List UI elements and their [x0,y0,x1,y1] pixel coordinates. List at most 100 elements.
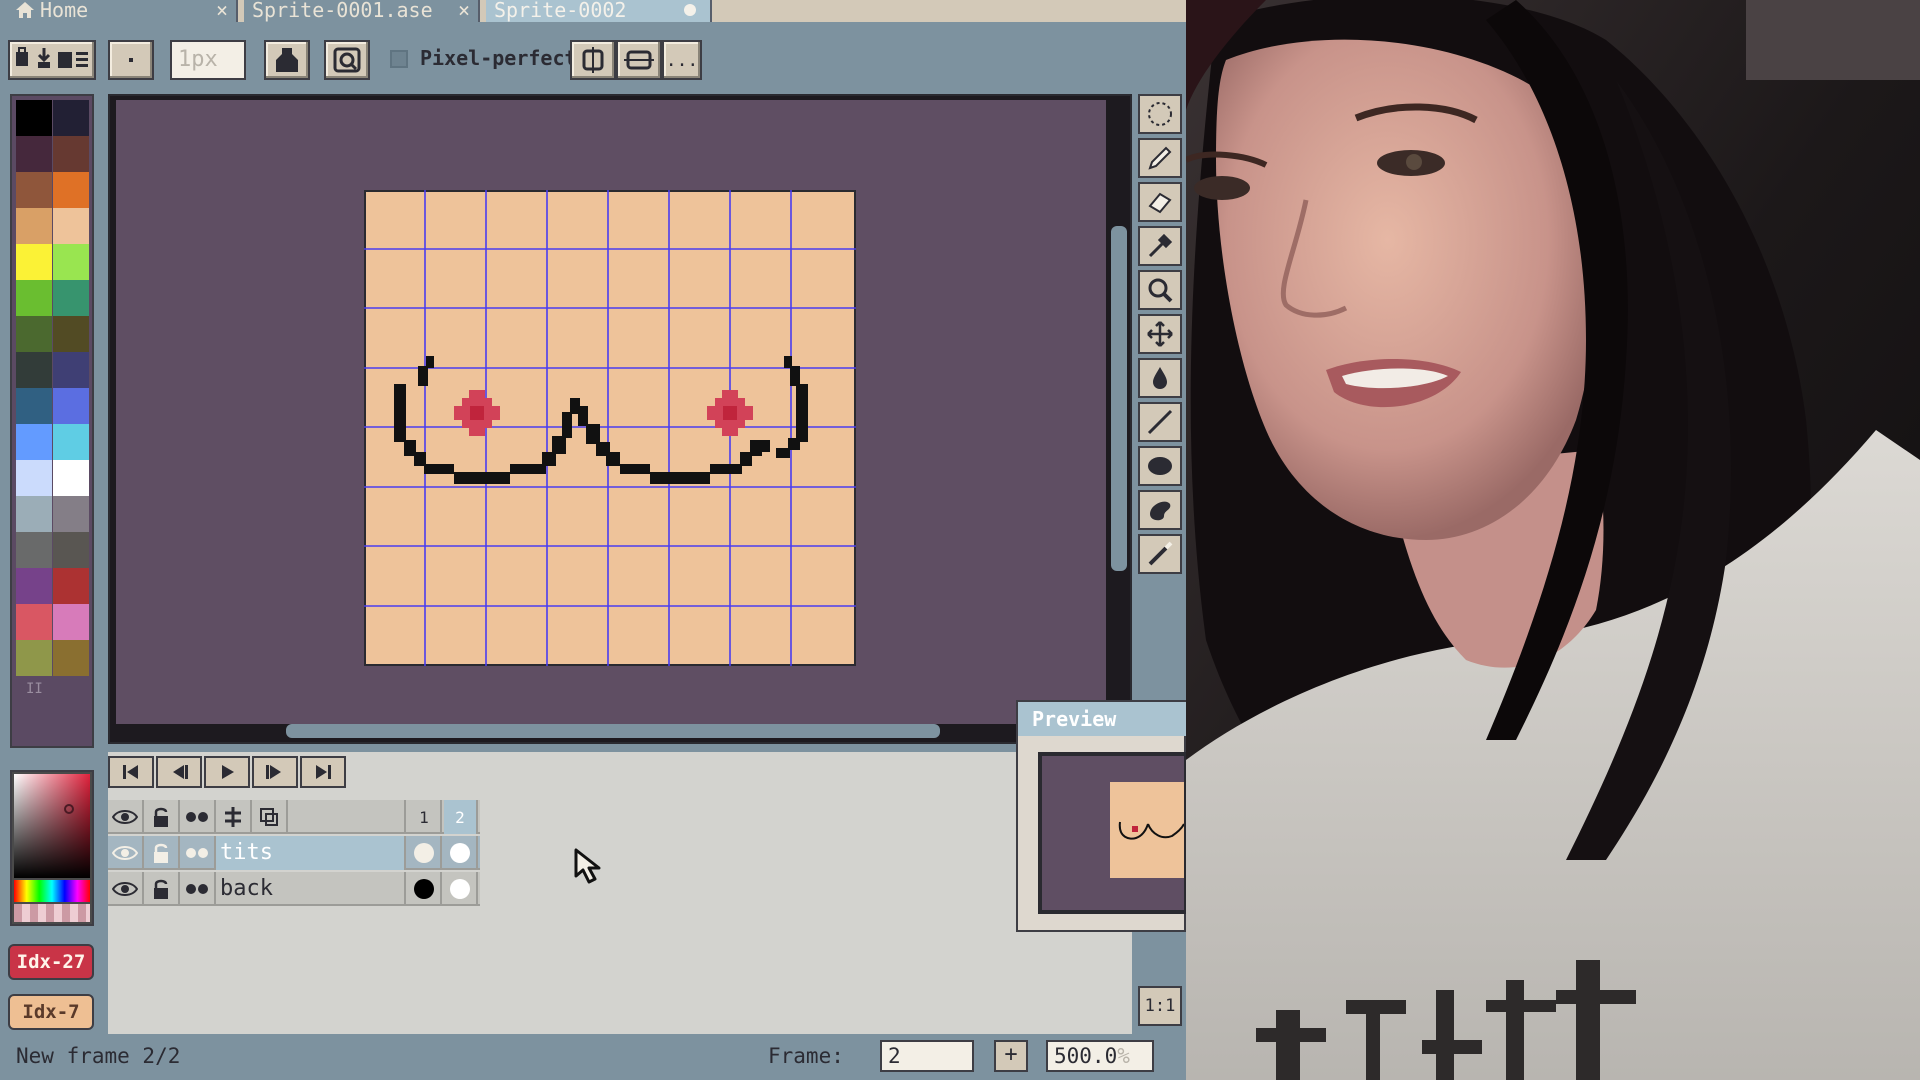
alpha-slider[interactable] [14,904,90,922]
modified-dot-icon[interactable] [684,4,696,16]
brush-type-button[interactable] [8,40,96,80]
symmetry-vertical-button[interactable] [570,40,616,80]
first-frame-button[interactable] [108,756,154,788]
tab-home[interactable]: Home × [0,0,238,22]
pixel-perfect-checkbox[interactable] [390,50,408,68]
palette-swatch[interactable] [53,388,89,424]
eye-icon[interactable] [108,872,144,906]
saturation-value-box[interactable] [14,774,90,878]
lock-icon[interactable] [144,800,180,834]
palette-swatch[interactable] [53,280,89,316]
ellipse-tool-button[interactable] [1138,446,1182,486]
eye-icon[interactable] [108,800,144,834]
palette-swatch[interactable] [16,604,52,640]
preview-title[interactable]: Preview [1018,702,1186,736]
continuous-icon[interactable] [180,872,216,906]
link-cels-icon[interactable] [252,800,288,834]
close-icon[interactable]: × [216,0,228,20]
frame-header-2[interactable]: 2 [444,800,478,834]
layer-row-tits[interactable]: tits [108,836,480,870]
paint-bucket-tool-button[interactable] [1138,358,1182,398]
palette-swatch[interactable] [53,568,89,604]
zoom-tool-button[interactable] [1138,270,1182,310]
foreground-color-button[interactable]: Idx-27 [8,944,94,980]
vertical-scrollbar[interactable] [1111,226,1127,571]
palette-swatch[interactable] [53,532,89,568]
palette-swatch[interactable] [16,280,52,316]
palette-swatch[interactable] [16,100,52,136]
eyedropper-tool-button[interactable] [1138,226,1182,266]
horizontal-scrollbar[interactable] [286,724,940,738]
palette-swatch[interactable] [53,244,89,280]
palette-swatch[interactable] [53,640,89,676]
layer-name[interactable]: back [216,872,406,906]
palette-grip-icon[interactable]: II [26,681,43,697]
palette-swatch[interactable] [16,496,52,532]
cel-1[interactable] [408,836,442,870]
tab-sprite-0001[interactable]: Sprite-0001.ase × [244,0,480,22]
palette-swatch[interactable] [53,208,89,244]
more-options-button[interactable]: ... [662,40,702,80]
close-icon[interactable]: × [458,0,470,20]
hue-slider[interactable] [14,880,90,902]
lock-icon[interactable] [144,872,180,906]
palette-swatch[interactable] [16,424,52,460]
frame-header-1[interactable]: 1 [408,800,442,834]
palette-swatch[interactable] [53,424,89,460]
onion-skin-icon[interactable] [216,800,252,834]
palette-swatch[interactable] [16,460,52,496]
palette-swatch[interactable] [16,316,52,352]
zoom-1to1-button[interactable]: 1:1 [1138,986,1182,1026]
marquee-tool-button[interactable] [1138,94,1182,134]
palette-swatch[interactable] [53,604,89,640]
add-frame-button[interactable]: + [994,1040,1028,1072]
move-tool-button[interactable] [1138,314,1182,354]
palette-swatch[interactable] [16,136,52,172]
last-frame-button[interactable] [300,756,346,788]
palette-swatch[interactable] [16,352,52,388]
brush-shape-button[interactable] [108,40,154,80]
palette-swatch[interactable] [16,640,52,676]
brush-size-input[interactable]: 1px [170,40,246,80]
frame-input[interactable]: 2 [880,1040,974,1072]
eraser-tool-button[interactable] [1138,182,1182,222]
lock-icon[interactable] [144,836,180,870]
palette-swatch[interactable] [16,532,52,568]
palette-swatch[interactable] [53,136,89,172]
cel-2[interactable] [444,872,478,906]
tab-sprite-0002[interactable]: Sprite-0002 [486,0,712,22]
palette-swatch[interactable] [16,172,52,208]
contour-tool-button[interactable] [1138,490,1182,530]
background-color-button[interactable]: Idx-7 [8,994,94,1030]
previous-frame-button[interactable] [156,756,202,788]
palette-swatch[interactable] [53,100,89,136]
layer-row-back[interactable]: back [108,872,480,906]
cel-1[interactable] [408,872,442,906]
layer-name[interactable]: tits [216,836,406,870]
zoom-input[interactable]: 500.0% [1046,1040,1154,1072]
palette-swatch[interactable] [53,496,89,532]
symmetry-horizontal-button[interactable] [616,40,662,80]
play-button[interactable] [204,756,250,788]
continuous-icon[interactable] [180,800,216,834]
palette-swatch[interactable] [16,244,52,280]
continuous-icon[interactable] [180,836,216,870]
blur-tool-button[interactable] [1138,534,1182,574]
next-frame-button[interactable] [252,756,298,788]
palette-swatch[interactable] [16,208,52,244]
palette-swatch[interactable] [16,568,52,604]
ink-type-button[interactable] [264,40,310,80]
canvas-editor[interactable] [108,94,1132,744]
cel-2[interactable] [444,836,478,870]
eye-icon[interactable] [108,836,144,870]
sprite-canvas[interactable] [364,190,856,666]
palette-swatch[interactable] [53,316,89,352]
palette-swatch[interactable] [53,352,89,388]
line-tool-button[interactable] [1138,402,1182,442]
palette-swatch[interactable] [53,460,89,496]
pencil-tool-button[interactable] [1138,138,1182,178]
palette-swatch[interactable] [53,172,89,208]
color-cursor-icon[interactable] [64,804,74,814]
opacity-button[interactable] [324,40,370,80]
palette-swatch[interactable] [16,388,52,424]
